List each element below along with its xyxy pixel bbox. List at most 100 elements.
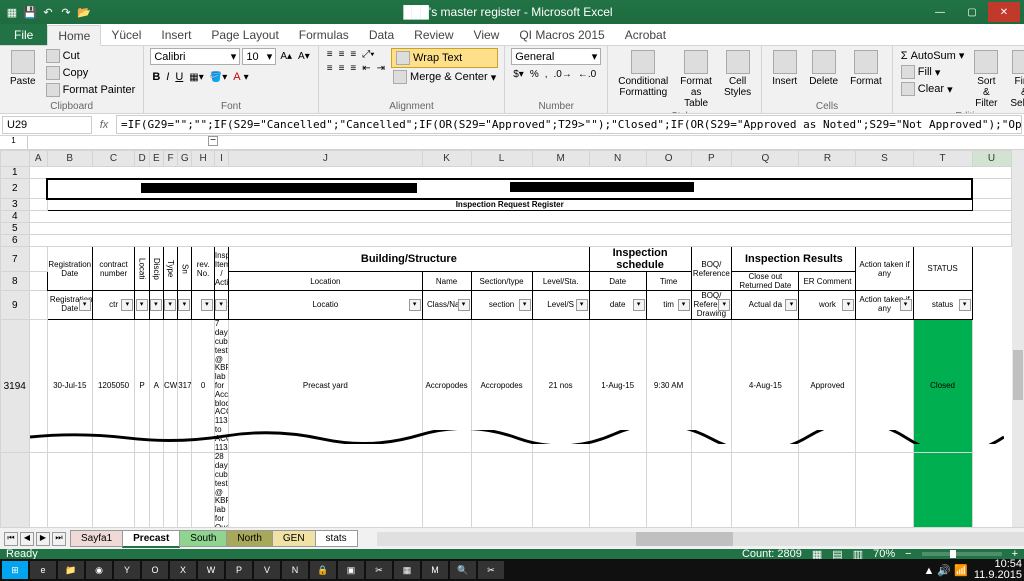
close-button[interactable]: ✕ (988, 2, 1020, 22)
formula-input[interactable]: =IF(G29="";"";IF(S29="Cancelled";"Cancel… (116, 115, 1022, 134)
row-header[interactable]: 1 (1, 167, 30, 179)
underline-button[interactable]: U (173, 70, 185, 84)
sheet-tab-precast[interactable]: Precast (122, 530, 180, 548)
col-header-J[interactable]: J (229, 151, 423, 167)
align-center-button[interactable]: ≡ (337, 62, 347, 75)
col-header-H[interactable]: H (192, 151, 214, 167)
taskbar-keepass-icon[interactable]: 🔒 (310, 561, 336, 579)
undo-icon[interactable]: ↶ (40, 4, 56, 20)
cut-button[interactable]: Cut (44, 48, 138, 64)
filter-button[interactable]: ▾ (164, 299, 176, 311)
autosum-button[interactable]: ΣAutoSum▾ (899, 48, 967, 63)
copy-button[interactable]: Copy (44, 65, 138, 81)
filter-button[interactable]: ▾ (678, 299, 690, 311)
align-top-button[interactable]: ≡ (325, 48, 335, 61)
dec-decimal-button[interactable]: ←.0 (576, 68, 598, 81)
wrap-text-button[interactable]: Wrap Text (391, 48, 498, 68)
align-right-button[interactable]: ≡ (348, 62, 358, 75)
col-header-A[interactable]: A (29, 151, 47, 167)
taskbar-ie-icon[interactable]: e (30, 561, 56, 579)
font-size-select[interactable]: 10▾ (242, 48, 276, 65)
font-color-button[interactable]: A▾ (231, 70, 250, 84)
find-select-button[interactable]: Find & Select (1006, 48, 1024, 111)
filter-button[interactable]: ▾ (121, 299, 133, 311)
taskbar-yandex-icon[interactable]: Y (114, 561, 140, 579)
format-painter-button[interactable]: Format Painter (44, 82, 138, 98)
open-icon[interactable]: 📂 (76, 4, 92, 20)
filter-button[interactable]: ▾ (458, 299, 470, 311)
filter-button[interactable]: ▾ (79, 299, 91, 311)
horizontal-scrollbar[interactable] (377, 532, 1024, 546)
fill-color-button[interactable]: 🪣▾ (208, 70, 229, 84)
col-header-R[interactable]: R (799, 151, 856, 167)
filter-button[interactable]: ▾ (959, 299, 971, 311)
filter-button[interactable]: ▾ (900, 299, 912, 311)
align-middle-button[interactable]: ≡ (337, 48, 347, 61)
merge-center-button[interactable]: Merge & Center▾ (391, 69, 498, 85)
taskbar-word-icon[interactable]: W (198, 561, 224, 579)
col-header-C[interactable]: C (92, 151, 135, 167)
name-box[interactable] (2, 116, 92, 134)
orientation-button[interactable]: ⤢▾ (360, 48, 376, 61)
col-header-O[interactable]: O (646, 151, 691, 167)
taskbar-visio-icon[interactable]: V (254, 561, 280, 579)
sheet-nav-last[interactable]: ⏭ (52, 532, 66, 546)
col-header-G[interactable]: G (178, 151, 192, 167)
taskbar-ppt-icon[interactable]: P (226, 561, 252, 579)
minimize-button[interactable]: — (924, 2, 956, 22)
accounting-button[interactable]: $▾ (511, 68, 526, 81)
col-header-K[interactable]: K (422, 151, 471, 167)
col-header-D[interactable]: D (135, 151, 149, 167)
border-button[interactable]: ▦▾ (187, 70, 205, 84)
filter-button[interactable]: ▾ (178, 299, 190, 311)
sort-filter-button[interactable]: Sort & Filter (970, 48, 1002, 111)
table-row[interactable]: 319530-Jul-15████PACW3176028 days cube t… (1, 453, 1012, 527)
filter-button[interactable]: ▾ (785, 299, 797, 311)
tab-pagelayout[interactable]: Page Layout (201, 24, 288, 45)
file-tab[interactable]: File (0, 24, 47, 45)
tab-qimacros[interactable]: QI Macros 2015 (509, 24, 614, 45)
filter-button[interactable]: ▾ (150, 299, 162, 311)
shrink-font-button[interactable]: A▾ (296, 48, 312, 65)
insert-cells-button[interactable]: Insert (768, 48, 801, 89)
redo-icon[interactable]: ↷ (58, 4, 74, 20)
filter-button[interactable]: ▾ (576, 299, 588, 311)
taskbar-outlook-icon[interactable]: O (142, 561, 168, 579)
filter-button[interactable]: ▾ (718, 299, 730, 311)
sheet-tab-gen[interactable]: GEN (272, 530, 316, 547)
sheet-tab-north[interactable]: North (226, 530, 272, 547)
taskbar-snip-icon[interactable]: ✂ (366, 561, 392, 579)
inc-decimal-button[interactable]: .0→ (552, 68, 574, 81)
sheet-nav-first[interactable]: ⏮ (4, 532, 18, 546)
taskbar-mitel-icon[interactable]: M (422, 561, 448, 579)
sheet-tab-south[interactable]: South (179, 530, 227, 547)
tab-yucel[interactable]: Yücel (101, 24, 151, 45)
col-header-I[interactable]: I (214, 151, 228, 167)
filter-button[interactable]: ▾ (409, 299, 421, 311)
vertical-scrollbar[interactable] (1012, 150, 1024, 527)
comma-button[interactable]: , (543, 68, 550, 81)
tab-review[interactable]: Review (404, 24, 463, 45)
filter-button[interactable]: ▾ (136, 299, 148, 311)
outline-collapse-button[interactable]: − (208, 136, 218, 146)
col-header-M[interactable]: M (532, 151, 589, 167)
taskbar-magnifier-icon[interactable]: 🔍 (450, 561, 476, 579)
taskbar-excel-icon[interactable]: X (170, 561, 196, 579)
tab-insert[interactable]: Insert (151, 24, 201, 45)
filter-button[interactable]: ▾ (215, 299, 227, 311)
cell-styles-button[interactable]: Cell Styles (720, 48, 755, 100)
col-header-P[interactable]: P (691, 151, 732, 167)
align-left-button[interactable]: ≡ (325, 62, 335, 75)
taskbar-onenote-icon[interactable]: N (282, 561, 308, 579)
outline-level-1[interactable]: 1 (0, 136, 28, 149)
col-header-L[interactable]: L (471, 151, 532, 167)
col-header-E[interactable]: E (149, 151, 163, 167)
number-format-select[interactable]: General▾ (511, 48, 601, 65)
font-name-select[interactable]: Calibri▾ (150, 48, 240, 65)
maximize-button[interactable]: ▢ (956, 2, 988, 22)
taskbar-app-icon[interactable]: ▣ (338, 561, 364, 579)
tab-formulas[interactable]: Formulas (289, 24, 359, 45)
tab-home[interactable]: Home (47, 25, 101, 46)
tab-view[interactable]: View (464, 24, 510, 45)
sheet-tab-sayfa1[interactable]: Sayfa1 (70, 530, 123, 547)
